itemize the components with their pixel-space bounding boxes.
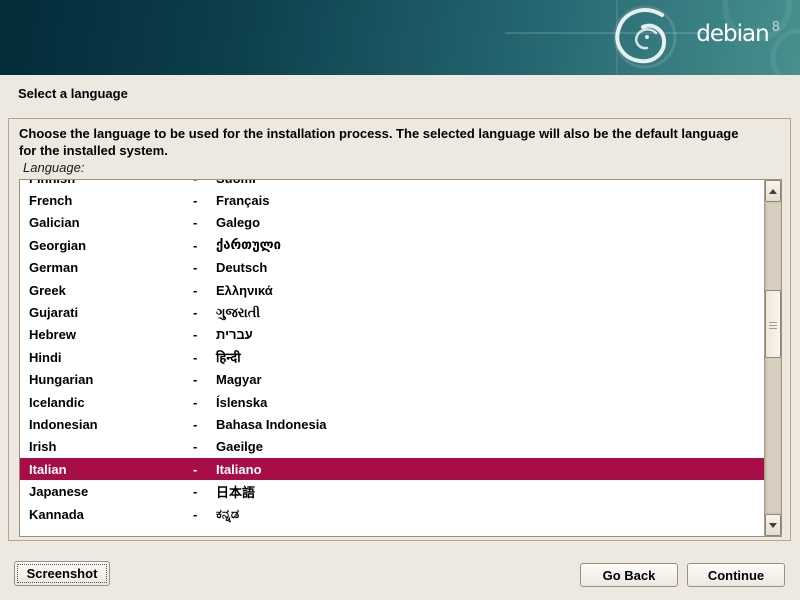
language-english-name: Irish <box>29 439 193 454</box>
language-native-name: 日本語 <box>216 482 764 501</box>
language-native-name: ગુજરાતી <box>216 305 764 321</box>
debian-wordmark: debian 8 <box>696 20 780 47</box>
separator-dash: - <box>193 417 216 432</box>
language-english-name: French <box>29 193 193 208</box>
language-native-name: Íslenska <box>216 395 764 410</box>
language-english-name: Indonesian <box>29 417 193 432</box>
language-native-name: Magyar <box>216 372 764 387</box>
language-english-name: Hindi <box>29 350 193 365</box>
separator-dash: - <box>193 215 216 230</box>
separator-dash: - <box>193 283 216 298</box>
language-row-icelandic[interactable]: Icelandic-Íslenska <box>20 391 764 413</box>
separator-dash: - <box>193 484 216 499</box>
language-english-name: Greek <box>29 283 193 298</box>
scroll-up-button[interactable] <box>765 180 781 202</box>
separator-dash: - <box>193 193 216 208</box>
language-english-name: Japanese <box>29 484 193 499</box>
language-native-name: Gaeilge <box>216 439 764 454</box>
separator-dash: - <box>193 260 216 275</box>
language-english-name: Finnish <box>29 180 193 186</box>
separator-dash: - <box>193 372 216 387</box>
language-native-name: ಕನ್ನಡ <box>216 506 764 522</box>
arrow-up-icon <box>769 189 777 194</box>
language-row-german[interactable]: German-Deutsch <box>20 257 764 279</box>
instruction-text: Choose the language to be used for the i… <box>19 125 754 159</box>
separator-dash: - <box>193 180 216 186</box>
language-row-greek[interactable]: Greek-Ελληνικά <box>20 279 764 301</box>
screenshot-button[interactable]: Screenshot <box>14 561 110 586</box>
go-back-button[interactable]: Go Back <box>580 563 678 587</box>
language-row-italian[interactable]: Italian-Italiano <box>20 458 764 480</box>
language-row-irish[interactable]: Irish-Gaeilge <box>20 436 764 458</box>
content-frame: Choose the language to be used for the i… <box>8 118 791 541</box>
language-english-name: German <box>29 260 193 275</box>
language-english-name: Hungarian <box>29 372 193 387</box>
language-english-name: Gujarati <box>29 305 193 320</box>
language-english-name: Galician <box>29 215 193 230</box>
language-english-name: Kannada <box>29 507 193 522</box>
language-native-name: हिन्दी <box>216 348 764 366</box>
language-native-name: Suomi <box>216 180 764 186</box>
language-list[interactable]: Finnish-SuomiFrench-FrançaisGalician-Gal… <box>20 180 764 536</box>
language-english-name: Georgian <box>29 238 193 253</box>
arrow-down-icon <box>769 523 777 528</box>
language-english-name: Italian <box>29 462 193 477</box>
thumb-grip-icon <box>769 322 777 329</box>
separator-dash: - <box>193 507 216 522</box>
language-row-hindi[interactable]: Hindi-हिन्दी <box>20 346 764 368</box>
installer-banner: debian 8 <box>0 0 800 75</box>
language-row-gujarati[interactable]: Gujarati-ગુજરાતી <box>20 301 764 323</box>
debian-swirl-logo <box>0 0 800 75</box>
separator-dash: - <box>193 238 216 253</box>
language-native-name: Français <box>216 193 764 208</box>
language-field-label: Language: <box>23 160 84 175</box>
separator-dash: - <box>193 395 216 410</box>
language-row-hungarian[interactable]: Hungarian-Magyar <box>20 369 764 391</box>
separator-dash: - <box>193 305 216 320</box>
vertical-scrollbar[interactable] <box>764 180 781 536</box>
language-row-galician[interactable]: Galician-Galego <box>20 212 764 234</box>
language-row-french[interactable]: French-Français <box>20 189 764 211</box>
brand-text: debian <box>696 21 768 47</box>
language-row-hebrew[interactable]: Hebrew-עברית <box>20 324 764 346</box>
page-title: Select a language <box>18 86 128 101</box>
language-row-japanese[interactable]: Japanese-日本語 <box>20 480 764 502</box>
language-english-name: Hebrew <box>29 327 193 342</box>
continue-button[interactable]: Continue <box>687 563 785 587</box>
language-native-name: Deutsch <box>216 260 764 275</box>
language-row-kannada[interactable]: Kannada-ಕನ್ನಡ <box>20 503 764 525</box>
language-native-name: Galego <box>216 215 764 230</box>
language-native-name: ქართული <box>216 237 764 253</box>
separator-dash: - <box>193 327 216 342</box>
language-row-georgian[interactable]: Georgian-ქართული <box>20 234 764 256</box>
scrollbar-thumb[interactable] <box>765 290 781 358</box>
language-native-name: Italiano <box>216 462 764 477</box>
separator-dash: - <box>193 350 216 365</box>
version-number: 8 <box>772 20 780 35</box>
separator-dash: - <box>193 462 216 477</box>
scrollbar-trough[interactable] <box>765 202 781 514</box>
language-row-finnish[interactable]: Finnish-Suomi <box>20 180 764 189</box>
language-row-indonesian[interactable]: Indonesian-Bahasa Indonesia <box>20 413 764 435</box>
language-english-name: Icelandic <box>29 395 193 410</box>
language-listbox: Finnish-SuomiFrench-FrançaisGalician-Gal… <box>19 179 782 537</box>
separator-dash: - <box>193 439 216 454</box>
scroll-down-button[interactable] <box>765 514 781 536</box>
language-native-name: Bahasa Indonesia <box>216 417 764 432</box>
language-native-name: Ελληνικά <box>216 283 764 298</box>
language-native-name: עברית <box>216 327 764 342</box>
